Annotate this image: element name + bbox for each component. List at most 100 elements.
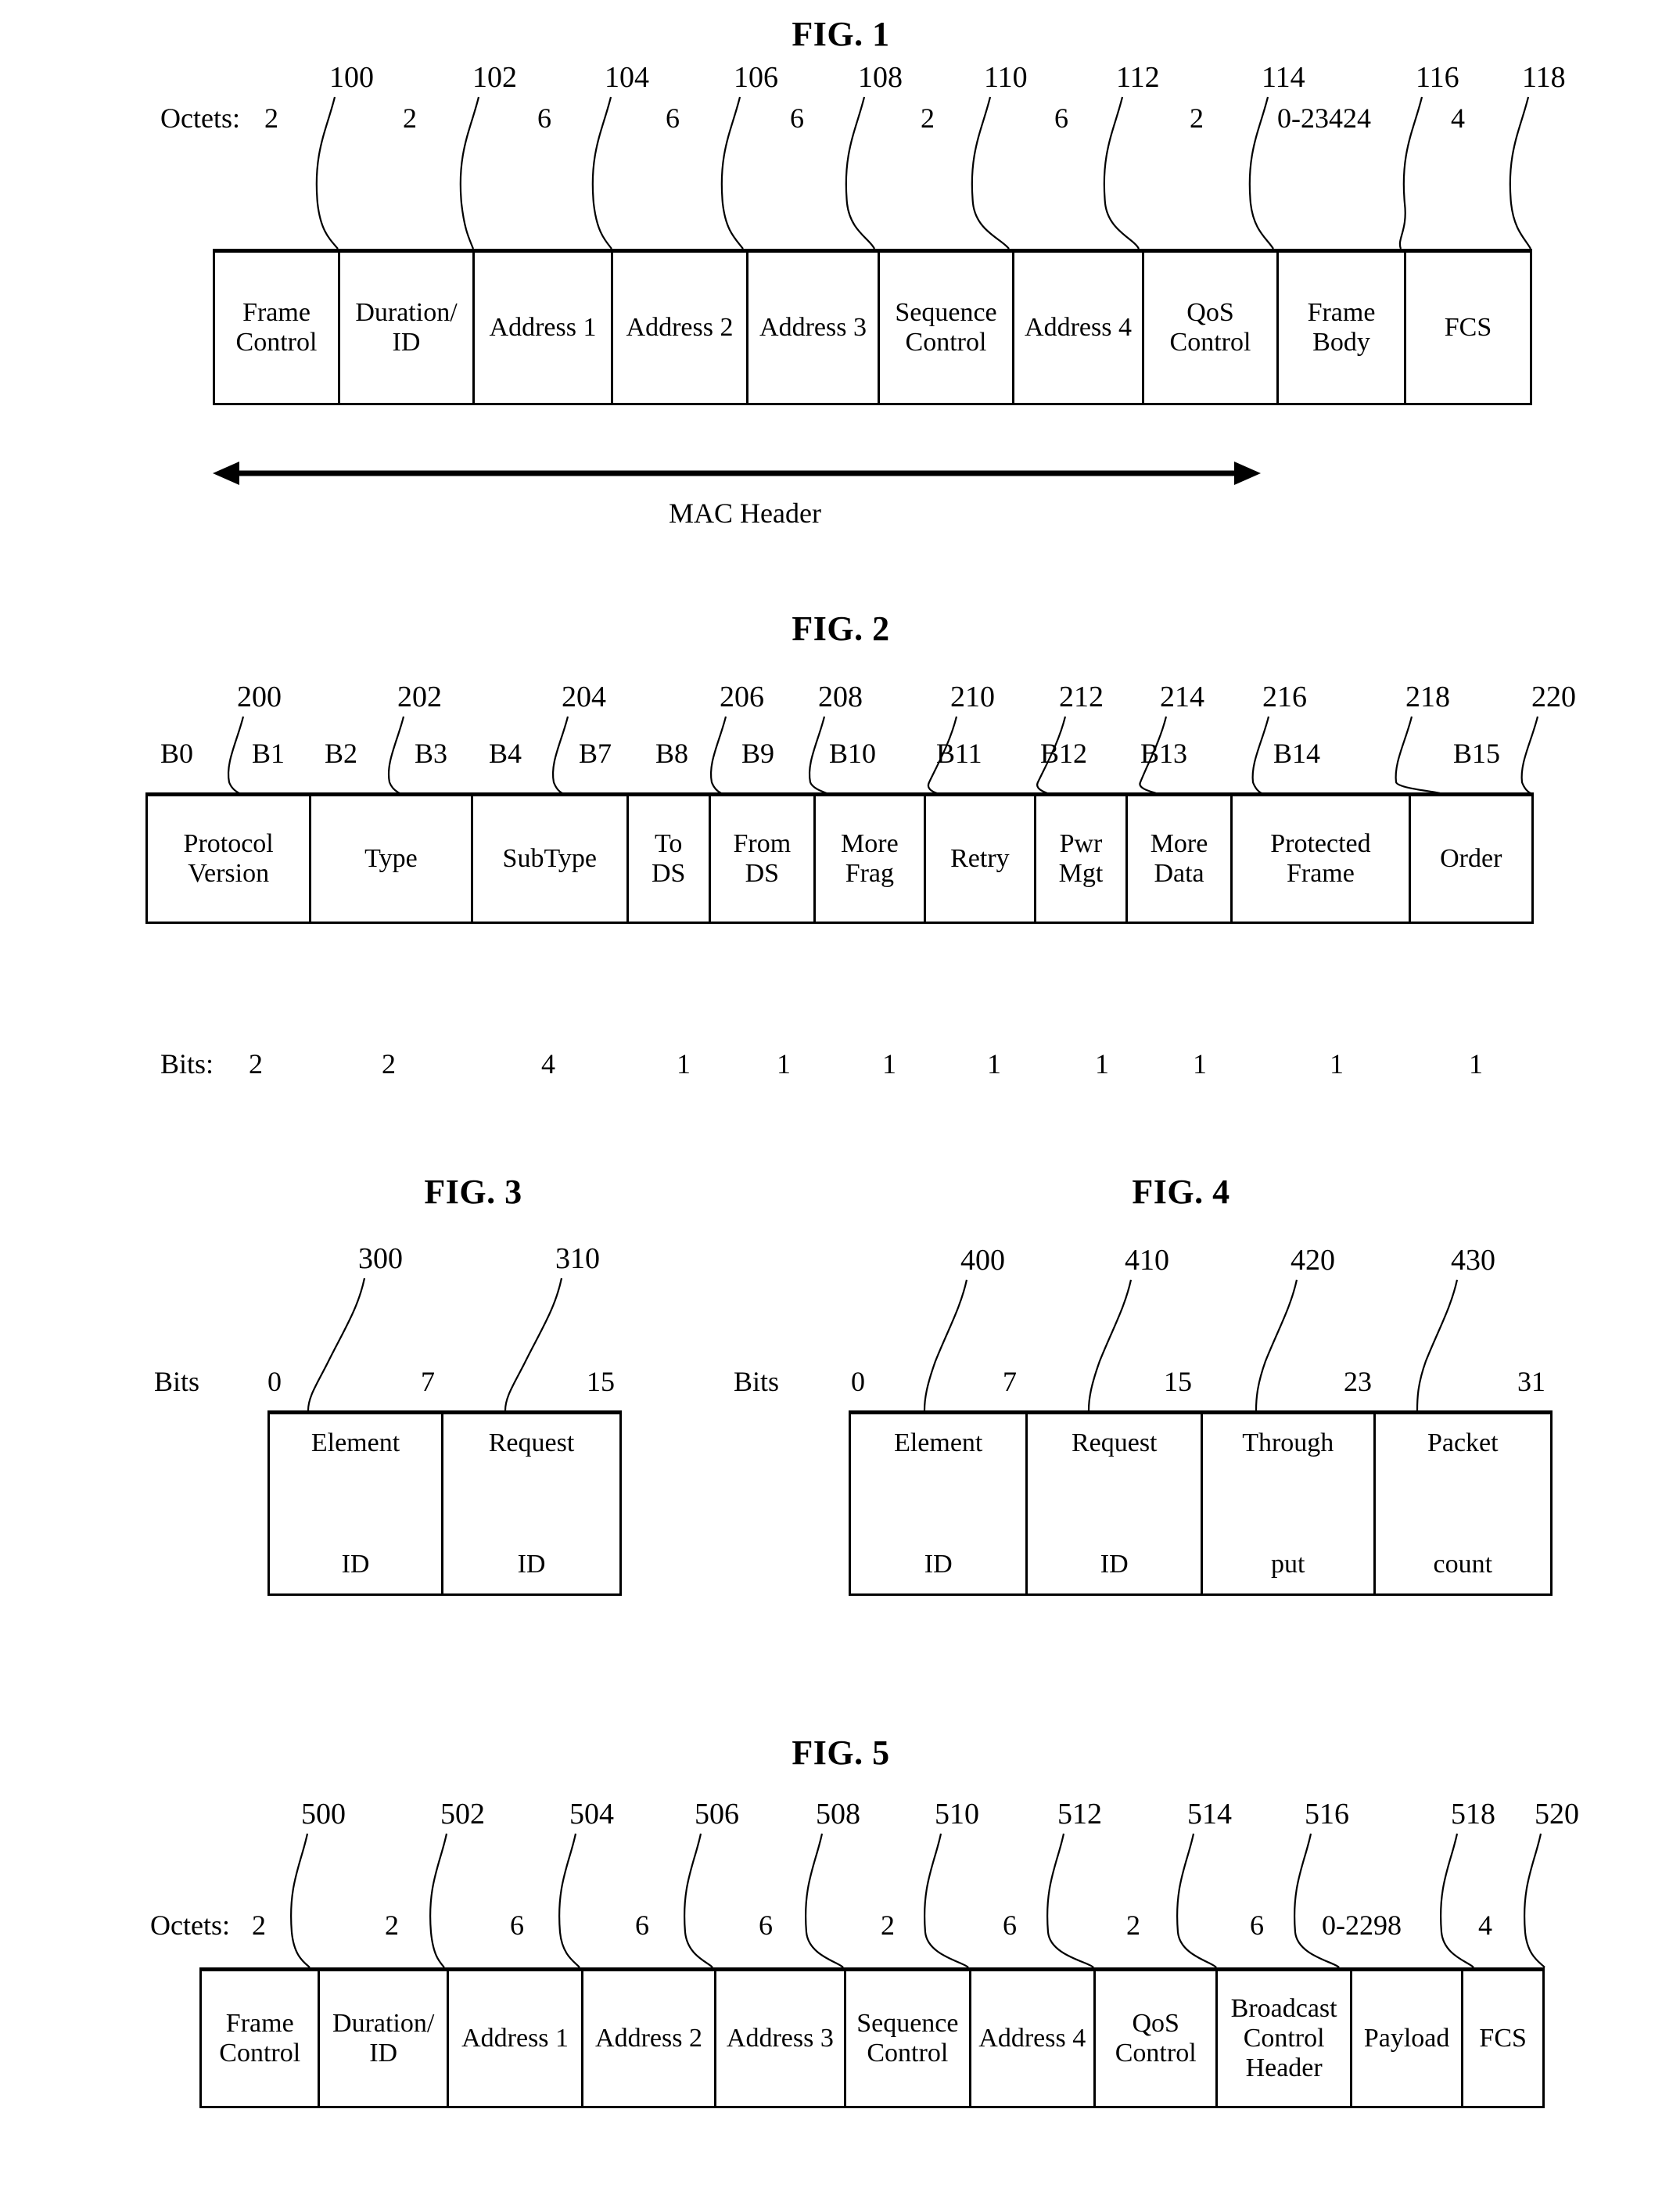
fig5-ref-508: 508 xyxy=(816,1798,860,1831)
fig2-bits-4: 1 xyxy=(777,1048,791,1080)
fig2-cell-8-line2: Data xyxy=(1154,859,1204,888)
fig2-ref-200: 200 xyxy=(237,681,282,713)
fig4-ref-400: 400 xyxy=(960,1244,1005,1277)
fig5-cell-7-line2: Control xyxy=(1115,2039,1197,2068)
fig4-tick-31: 31 xyxy=(1517,1366,1545,1397)
fig1-ref-102: 102 xyxy=(472,61,517,94)
fig1-mac-header-label: MAC Header xyxy=(669,498,821,529)
fig5-size-9: 0-2298 xyxy=(1322,1910,1402,1941)
fig3-bits-label: Bits xyxy=(154,1366,200,1397)
fig1-cell-2-line1: Address 1 xyxy=(489,312,597,342)
fig5-cell-8-line2: Control xyxy=(1243,2023,1325,2053)
fig2-bits-10: 1 xyxy=(1469,1048,1483,1080)
fig2-bit-b10: B10 xyxy=(829,738,877,769)
fig2-ref-206: 206 xyxy=(720,681,764,713)
fig5-cell-payload: Payload xyxy=(1352,1971,1464,2106)
fig1-cell-frame-control: Frame Control xyxy=(215,253,340,403)
fig2-cell-6-line2: Retry xyxy=(950,843,1010,873)
fig5-cell-9-line1: Payload xyxy=(1363,2023,1450,2053)
fig2-bit-b13: B13 xyxy=(1140,738,1188,769)
fig2-title: FIG. 2 xyxy=(792,609,890,648)
fig2-cell-8-line1: More xyxy=(1150,828,1208,858)
fig5-cell-2-line1: Address 1 xyxy=(461,2023,569,2053)
fig3-cell-0-line1: Element xyxy=(311,1428,400,1457)
fig5-size-2: 6 xyxy=(510,1910,524,1941)
fig2-bits-5: 1 xyxy=(882,1048,896,1080)
fig2-cell-5-line2: Frag xyxy=(845,859,895,888)
fig1-cell-8-line2: Body xyxy=(1312,328,1370,357)
fig5-title: FIG. 5 xyxy=(792,1734,890,1772)
fig1-mac-header-arrow xyxy=(213,458,1261,489)
fig5-cell-0-line2: Control xyxy=(219,2039,301,2068)
fig4-tick-23: 23 xyxy=(1344,1366,1372,1397)
fig2-cell-1-line2: Type xyxy=(364,843,418,873)
fig4-cell-3-line1: Packet xyxy=(1427,1428,1499,1457)
fig2-ref-208: 208 xyxy=(818,681,863,713)
fig1-cell-fcs: FCS xyxy=(1406,253,1530,403)
fig5-ref-518: 518 xyxy=(1451,1798,1495,1831)
fig2-cell-4-line2: DS xyxy=(745,859,780,888)
fig4-cell-2-line1: Through xyxy=(1242,1428,1334,1457)
fig5-ref-512: 512 xyxy=(1057,1798,1102,1831)
fig2-bits-8: 1 xyxy=(1193,1048,1207,1080)
fig2-cell-protected-frame: Protected Frame xyxy=(1233,796,1411,922)
fig3-cell-element-id: Element ID xyxy=(270,1414,444,1593)
fig1-cell-address-1: Address 1 xyxy=(475,253,613,403)
fig2-cell-more-frag: More Frag xyxy=(816,796,926,922)
fig1-frame-table: Frame Control Duration/ ID Address 1 Add… xyxy=(213,249,1532,405)
fig1-title: FIG. 1 xyxy=(792,15,890,53)
fig1-cell-qos-control: QoS Control xyxy=(1144,253,1279,403)
fig4-cell-element-id: Element ID xyxy=(851,1414,1028,1593)
fig1-ref-108: 108 xyxy=(858,61,903,94)
fig1-size-6: 6 xyxy=(1054,102,1068,134)
fig2-bit-b0: B0 xyxy=(160,738,194,769)
fig1-ref-100: 100 xyxy=(329,61,374,94)
fig2-bits-7: 1 xyxy=(1095,1048,1109,1080)
fig1-size-3: 6 xyxy=(666,102,680,134)
fig4-tick-0: 0 xyxy=(851,1366,865,1397)
fig2-cell-7-line2: Mgt xyxy=(1058,859,1104,888)
fig1-ref-112: 112 xyxy=(1116,61,1160,94)
fig1-size-1: 2 xyxy=(403,102,417,134)
fig1-cell-5-line1: Sequence xyxy=(895,297,997,327)
fig5-cell-4-line1: Address 3 xyxy=(726,2023,834,2053)
fig1-size-4: 6 xyxy=(790,102,804,134)
fig2-bits-1: 2 xyxy=(382,1048,396,1080)
fig5-cell-0-line1: Frame xyxy=(225,2008,294,2038)
fig4-cell-request-id: Request ID xyxy=(1028,1414,1203,1593)
fig1-cell-6-line1: Address 4 xyxy=(1025,312,1132,342)
fig3-ref-310: 310 xyxy=(555,1242,600,1275)
fig5-cell-sequence-control: Sequence Control xyxy=(846,1971,971,2106)
fig5-ref-504: 504 xyxy=(569,1798,614,1831)
fig2-bit-b11: B11 xyxy=(936,738,982,769)
fig5-cell-10-line1: FCS xyxy=(1479,2023,1527,2053)
fig2-bit-b1: B1 xyxy=(252,738,285,769)
fig5-size-4: 6 xyxy=(759,1910,773,1941)
fig5-cell-address-2: Address 2 xyxy=(583,1971,716,2106)
fig2-bits-label: Bits: xyxy=(160,1048,214,1080)
fig4-ref-410: 410 xyxy=(1125,1244,1169,1277)
fig2-cell-9-line2: Frame xyxy=(1286,859,1355,888)
fig5-size-7: 2 xyxy=(1126,1910,1140,1941)
fig4-ref-420: 420 xyxy=(1291,1244,1335,1277)
fig3-tick-7: 7 xyxy=(421,1366,435,1397)
fig2-cell-subtype: SubType xyxy=(473,796,629,922)
fig1-cell-4-line1: Address 3 xyxy=(759,312,867,342)
fig1-size-2: 6 xyxy=(537,102,551,134)
fig2-ref-210: 210 xyxy=(950,681,995,713)
fig2-bit-b12: B12 xyxy=(1040,738,1088,769)
fig2-bits-0: 2 xyxy=(249,1048,263,1080)
fig1-cell-7-line2: Control xyxy=(1169,328,1251,357)
fig5-cell-7-line1: QoS xyxy=(1132,2008,1179,2038)
fig1-cell-sequence-control: Sequence Control xyxy=(880,253,1014,403)
fig2-cell-4-line1: From xyxy=(733,828,792,858)
fig5-cell-address-4: Address 4 xyxy=(971,1971,1096,2106)
fig4-cell-1-line1: Request xyxy=(1071,1428,1158,1457)
fig2-bit-b15: B15 xyxy=(1453,738,1501,769)
fig1-cell-address-3: Address 3 xyxy=(748,253,880,403)
fig5-ref-500: 500 xyxy=(301,1798,346,1831)
fig2-cell-7-line1: Pwr xyxy=(1059,828,1103,858)
fig4-cell-packet-count: Packet count xyxy=(1376,1414,1550,1593)
fig1-cell-duration-id: Duration/ ID xyxy=(340,253,475,403)
fig2-cell-2-line2: SubType xyxy=(502,843,597,873)
